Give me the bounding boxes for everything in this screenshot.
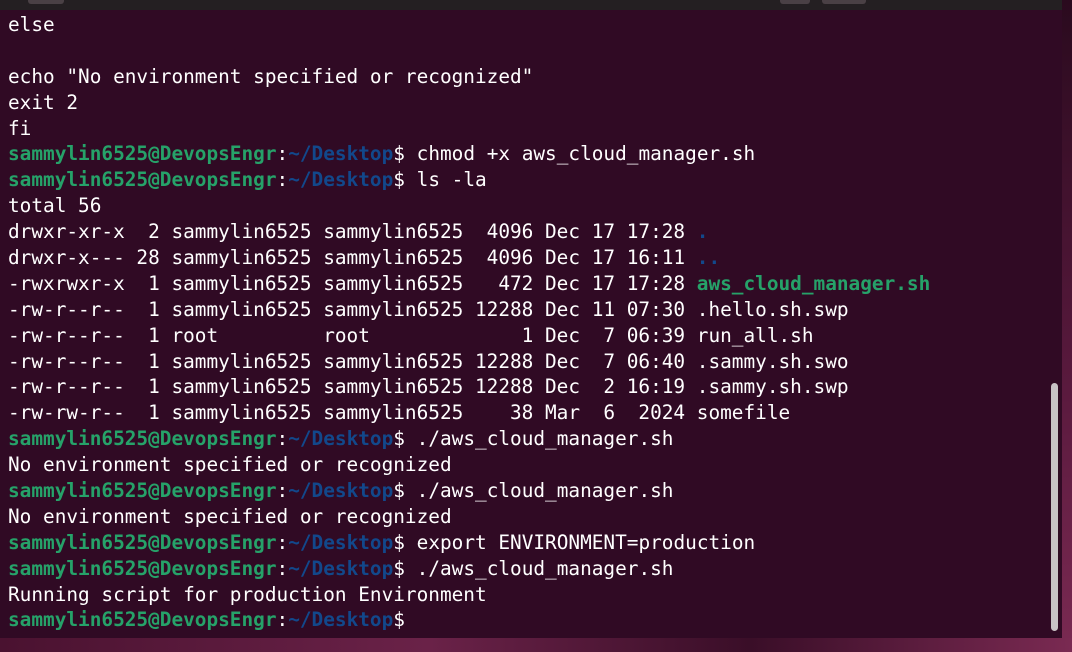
desktop-background-strip xyxy=(0,638,1072,652)
output-line: total 56 xyxy=(8,194,102,218)
prompt-dollar: $ xyxy=(393,142,405,166)
ls-entry-name: somefile xyxy=(696,401,791,425)
ls-entry-meta: drwxr-xr-x 2 sammylin6525 sammylin6525 4… xyxy=(8,220,697,244)
prompt-dollar: $ xyxy=(393,608,405,632)
output-line: else xyxy=(8,13,55,36)
output-line: No environment specified or recognized xyxy=(8,504,452,528)
prompt-separator: : xyxy=(276,168,289,192)
ls-entry: drwxr-xr-x 2 sammylin6525 sammylin6525 4… xyxy=(8,219,1048,245)
prompt-dollar: $ xyxy=(393,427,405,451)
prompt-line: sammylin6525@DevopsEngr:~/Desktop$ expor… xyxy=(8,530,1048,556)
title-bar xyxy=(0,0,1072,10)
ls-entry: drwxr-x--- 28 sammylin6525 sammylin6525 … xyxy=(8,245,1048,271)
ls-entry-meta: -rwxrwxr-x 1 sammylin6525 sammylin6525 4… xyxy=(8,271,697,295)
terminal-output[interactable]: else echo "No environment specified or re… xyxy=(8,12,1048,638)
ls-entry: -rw-r--r-- 1 sammylin6525 sammylin6525 1… xyxy=(8,374,1048,400)
output-line: echo "No environment specified or recogn… xyxy=(8,64,534,88)
output-line: fi xyxy=(8,116,32,140)
prompt-line: sammylin6525@DevopsEngr:~/Desktop$ ./aws… xyxy=(8,556,1048,582)
prompt-path: ~/Desktop xyxy=(288,168,394,192)
ls-entry-name: .sammy.sh.swo xyxy=(696,349,849,373)
terminal-window: else echo "No environment specified or re… xyxy=(0,0,1072,652)
prompt-user-host: sammylin6525@DevopsEngr xyxy=(8,608,277,632)
prompt-path: ~/Desktop xyxy=(288,556,394,580)
ls-entry-name: . xyxy=(696,220,709,244)
scrollbar-thumb[interactable] xyxy=(1051,383,1058,631)
prompt-user-host: sammylin6525@DevopsEngr xyxy=(8,530,277,554)
prompt-user-host: sammylin6525@DevopsEngr xyxy=(8,427,277,451)
prompt-path: ~/Desktop xyxy=(288,427,394,451)
command-text: chmod +x aws_cloud_manager.sh xyxy=(404,142,756,166)
prompt-user-host: sammylin6525@DevopsEngr xyxy=(8,168,277,192)
prompt-separator: : xyxy=(276,479,289,503)
prompt-separator: : xyxy=(276,427,289,451)
output-line: No environment specified or recognized xyxy=(8,453,452,477)
ls-entry-name: .hello.sh.swp xyxy=(696,297,849,321)
prompt-dollar: $ xyxy=(393,168,405,192)
prompt-dollar: $ xyxy=(393,479,405,503)
prompt-dollar: $ xyxy=(393,556,405,580)
command-text: ./aws_cloud_manager.sh xyxy=(404,479,674,503)
output-line: Running script for production Environmen… xyxy=(8,582,487,606)
desktop-background-edge xyxy=(1062,0,1072,652)
title-bar-control[interactable] xyxy=(822,0,866,4)
prompt-path: ~/Desktop xyxy=(288,479,394,503)
prompt-line: sammylin6525@DevopsEngr:~/Desktop$ chmod… xyxy=(8,141,1048,167)
command-text: export ENVIRONMENT=production xyxy=(404,530,756,554)
ls-entry-meta: -rw-rw-r-- 1 sammylin6525 sammylin6525 3… xyxy=(8,401,697,425)
ls-entry-name: aws_cloud_manager.sh xyxy=(696,271,931,295)
prompt-user-host: sammylin6525@DevopsEngr xyxy=(8,142,277,166)
output-line: exit 2 xyxy=(8,90,79,114)
prompt-dollar: $ xyxy=(393,530,405,554)
prompt-line: sammylin6525@DevopsEngr:~/Desktop$ xyxy=(8,607,1048,633)
command-text: ./aws_cloud_manager.sh xyxy=(404,556,674,580)
prompt-user-host: sammylin6525@DevopsEngr xyxy=(8,479,277,503)
title-bar-control[interactable] xyxy=(28,0,64,4)
prompt-line: sammylin6525@DevopsEngr:~/Desktop$ ./aws… xyxy=(8,478,1048,504)
ls-entry: -rw-r--r-- 1 sammylin6525 sammylin6525 1… xyxy=(8,349,1048,375)
title-bar-control[interactable] xyxy=(780,0,810,4)
ls-entry-meta: -rw-r--r-- 1 sammylin6525 sammylin6525 1… xyxy=(8,349,697,373)
ls-entry: -rw-r--r-- 1 root root 1 Dec 7 06:39 run… xyxy=(8,323,1048,349)
prompt-separator: : xyxy=(276,142,289,166)
prompt-line: sammylin6525@DevopsEngr:~/Desktop$ ./aws… xyxy=(8,426,1048,452)
ls-entry-meta: -rw-r--r-- 1 root root 1 Dec 7 06:39 xyxy=(8,323,697,347)
ls-entry: -rw-rw-r-- 1 sammylin6525 sammylin6525 3… xyxy=(8,400,1048,426)
ls-entry-name: .sammy.sh.swp xyxy=(696,375,849,399)
prompt-path: ~/Desktop xyxy=(288,608,394,632)
ls-entry-meta: drwxr-x--- 28 sammylin6525 sammylin6525 … xyxy=(8,246,697,270)
ls-entry: -rwxrwxr-x 1 sammylin6525 sammylin6525 4… xyxy=(8,271,1048,297)
ls-entry-name: .. xyxy=(696,246,721,270)
ls-entry: -rw-r--r-- 1 sammylin6525 sammylin6525 1… xyxy=(8,297,1048,323)
prompt-separator: : xyxy=(276,608,289,632)
prompt-user-host: sammylin6525@DevopsEngr xyxy=(8,556,277,580)
ls-entry-meta: -rw-r--r-- 1 sammylin6525 sammylin6525 1… xyxy=(8,297,697,321)
ls-entry-name: run_all.sh xyxy=(696,323,814,347)
prompt-path: ~/Desktop xyxy=(288,530,394,554)
prompt-line: sammylin6525@DevopsEngr:~/Desktop$ ls -l… xyxy=(8,167,1048,193)
command-text: ./aws_cloud_manager.sh xyxy=(404,427,674,451)
ls-entry-meta: -rw-r--r-- 1 sammylin6525 sammylin6525 1… xyxy=(8,375,697,399)
prompt-path: ~/Desktop xyxy=(288,142,394,166)
prompt-separator: : xyxy=(276,530,289,554)
prompt-separator: : xyxy=(276,556,289,580)
command-text: ls -la xyxy=(404,168,487,192)
